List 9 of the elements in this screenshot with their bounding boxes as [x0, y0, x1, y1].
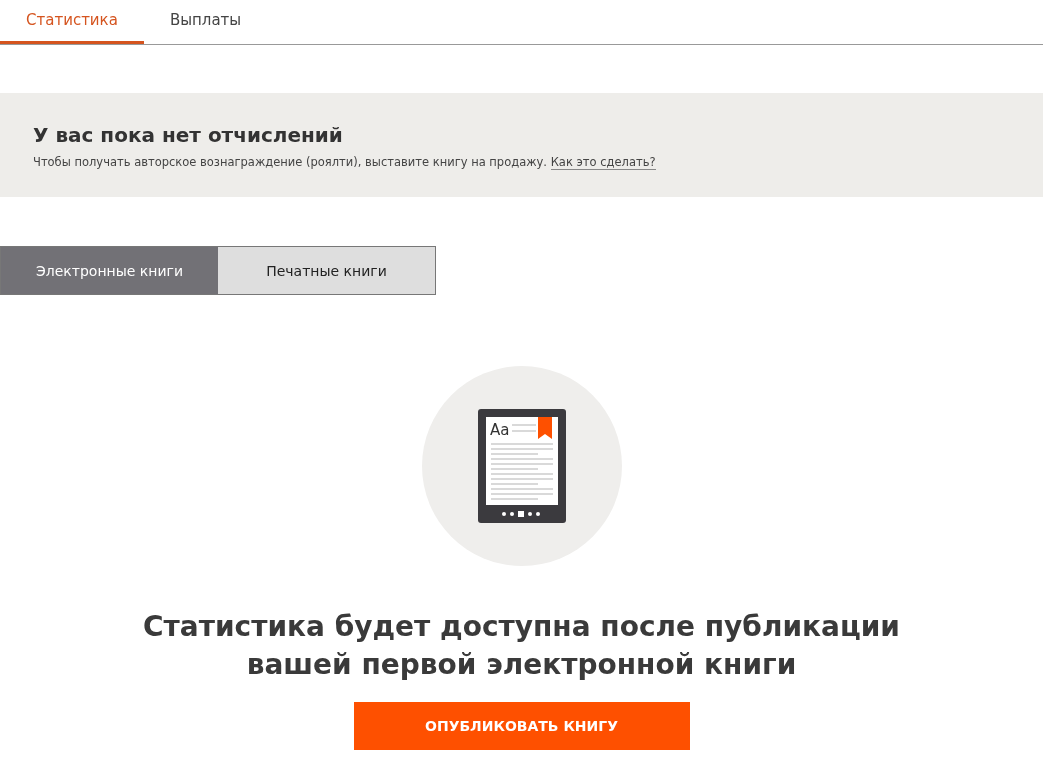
format-tab[interactable]: Печатные книги — [218, 247, 435, 294]
nav-tab[interactable]: Выплаты — [143, 0, 268, 44]
help-link[interactable]: Как это сделать? — [550, 155, 656, 170]
notice-title: У вас пока нет отчислений — [33, 123, 344, 147]
empty-state-message: Статистика будет доступна после публикации вашей первой электронной книги — [142, 609, 901, 683]
nav-tab[interactable]: Статистика — [0, 0, 144, 44]
notice-text: Чтобы получать авторское вознаграждение (роялти), выставите книгу на продажу. — [33, 155, 548, 169]
ebook-reader-icon: Aa — [477, 409, 566, 523]
format-tab[interactable]: Электронные книги — [1, 247, 218, 294]
